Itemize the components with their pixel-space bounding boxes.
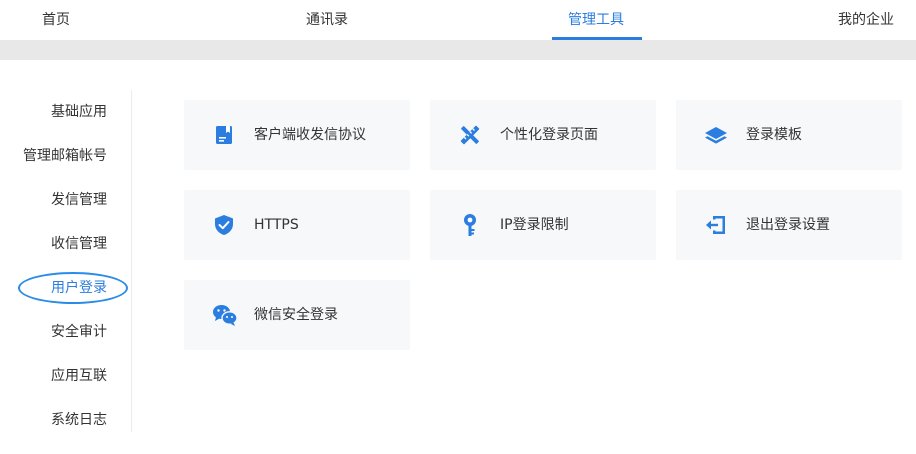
- tab-my-enterprise[interactable]: 我的企业: [838, 0, 894, 40]
- header-separator-band: [0, 40, 916, 60]
- shield-check-icon: [212, 213, 236, 237]
- card-custom-login-page[interactable]: 个性化登录页面: [430, 100, 656, 170]
- sidebar-item-user-login[interactable]: 用户登录: [51, 276, 107, 300]
- card-login-template[interactable]: 登录模板: [676, 100, 902, 170]
- sidebar: 基础应用 管理邮箱帐号 发信管理 收信管理 用户登录 安全审计 应用互联 系统日…: [0, 90, 132, 432]
- card-label: 微信安全登录: [254, 307, 338, 323]
- card-label: 登录模板: [746, 127, 802, 143]
- wechat-icon: [212, 303, 238, 327]
- card-label: 个性化登录页面: [500, 127, 598, 143]
- sidebar-item-security-audit[interactable]: 安全审计: [51, 320, 107, 344]
- sidebar-item-basic-apps[interactable]: 基础应用: [51, 100, 107, 124]
- card-label: 客户端收发信协议: [254, 127, 366, 143]
- card-client-protocols[interactable]: 客户端收发信协议: [184, 100, 410, 170]
- book-icon: [212, 123, 236, 147]
- layers-icon: [704, 123, 728, 147]
- tab-contacts[interactable]: 通讯录: [306, 0, 348, 40]
- sidebar-item-app-interconnect[interactable]: 应用互联: [51, 364, 107, 388]
- card-https[interactable]: HTTPS: [184, 190, 410, 260]
- card-wechat-secure-login[interactable]: 微信安全登录: [184, 280, 410, 350]
- logout-icon: [704, 213, 728, 237]
- tab-home[interactable]: 首页: [42, 0, 70, 40]
- card-label: 退出登录设置: [746, 217, 830, 233]
- key-icon: [458, 213, 482, 237]
- card-logout-settings[interactable]: 退出登录设置: [676, 190, 902, 260]
- pencil-ruler-icon: [458, 123, 482, 147]
- sidebar-item-mailbox-accounts[interactable]: 管理邮箱帐号: [23, 144, 107, 168]
- card-ip-login-restriction[interactable]: IP登录限制: [430, 190, 656, 260]
- sidebar-item-receive-management[interactable]: 收信管理: [51, 232, 107, 256]
- top-navigation: 首页 通讯录 管理工具 我的企业: [0, 0, 916, 40]
- card-label: HTTPS: [254, 217, 299, 233]
- tab-management-tools[interactable]: 管理工具: [568, 0, 624, 40]
- sidebar-item-send-management[interactable]: 发信管理: [51, 188, 107, 212]
- card-label: IP登录限制: [500, 217, 569, 233]
- sidebar-item-system-logs[interactable]: 系统日志: [51, 408, 107, 432]
